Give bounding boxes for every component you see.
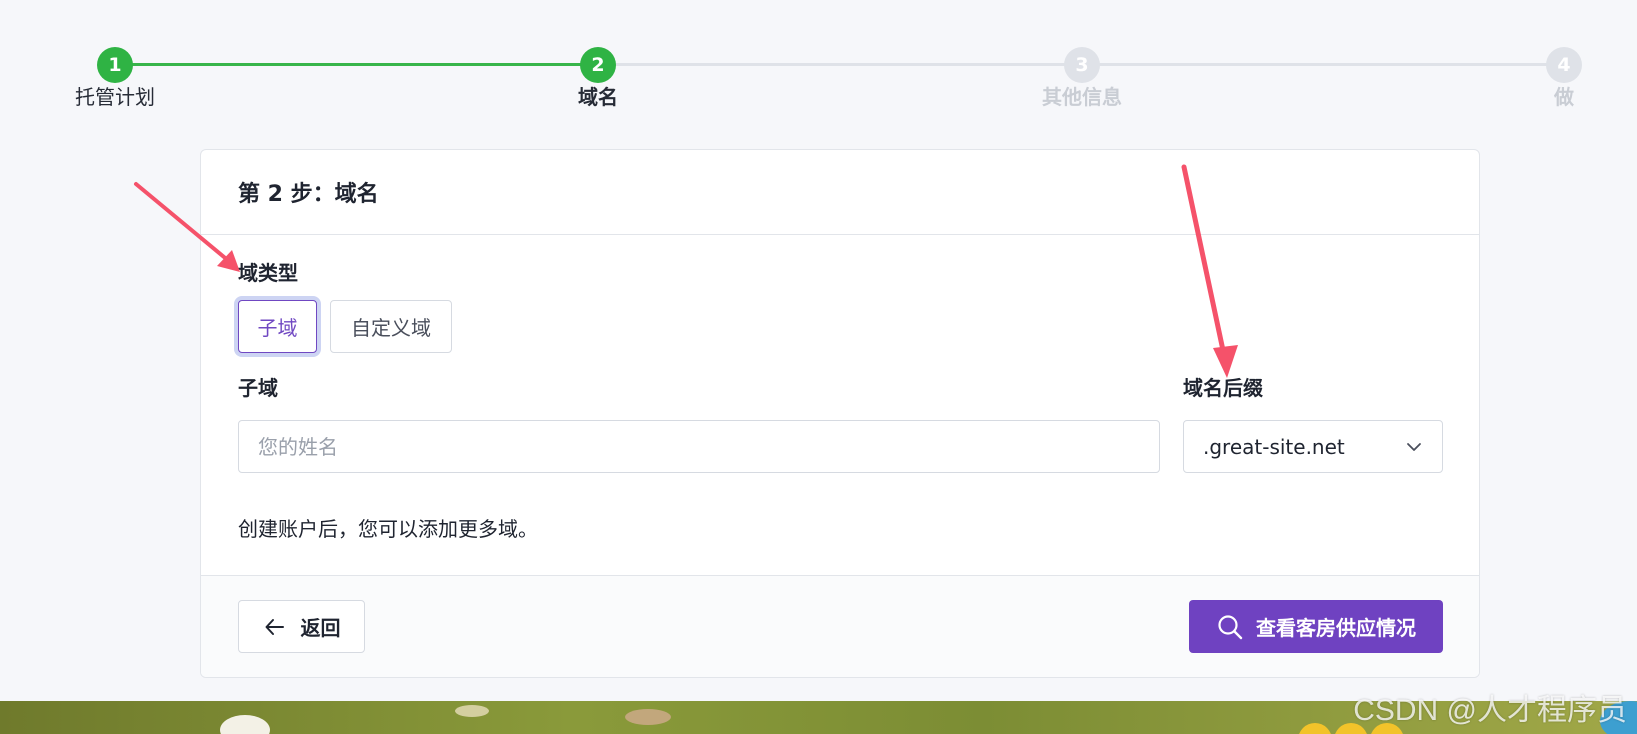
step-1-label: 托管计划 bbox=[75, 85, 155, 109]
subdomain-label: 子域 bbox=[238, 376, 278, 400]
suffix-select[interactable]: .great-site.net bbox=[1183, 420, 1443, 473]
step-2-label: 域名 bbox=[578, 85, 618, 109]
progress-stepper: 1 2 3 4 托管计划 域名 其他信息 做 bbox=[0, 0, 1637, 130]
back-button[interactable]: 返回 bbox=[238, 600, 365, 653]
decorative-blob bbox=[220, 715, 270, 734]
help-text: 创建账户后，您可以添加更多域。 bbox=[238, 517, 538, 541]
step-connector-3-4 bbox=[1082, 63, 1564, 66]
step-4-label: 做 bbox=[1554, 85, 1574, 109]
decorative-blob bbox=[1298, 723, 1332, 734]
search-icon bbox=[1218, 614, 1243, 639]
custom-domain-option-button[interactable]: 自定义域 bbox=[330, 300, 452, 353]
card-footer: 返回 查看客房供应情况 bbox=[201, 575, 1479, 677]
card-body: 域类型 子域 自定义域 子域 域名后缀 .great-site.net 创建账户… bbox=[201, 235, 1479, 575]
subdomain-option-button[interactable]: 子域 bbox=[238, 300, 317, 353]
step-1-indicator[interactable]: 1 bbox=[97, 47, 133, 83]
check-availability-button-label: 查看客房供应情况 bbox=[1256, 616, 1416, 640]
suffix-label: 域名后缀 bbox=[1183, 376, 1263, 400]
check-availability-button[interactable]: 查看客房供应情况 bbox=[1189, 600, 1443, 653]
card-title: 第 2 步：域名 bbox=[238, 182, 379, 207]
chevron-down-icon bbox=[1407, 442, 1421, 451]
step-connector-1-2 bbox=[115, 63, 598, 66]
step-3-label: 其他信息 bbox=[1042, 85, 1122, 109]
watermark: CSDN @人才程序员 bbox=[1353, 694, 1627, 727]
step-connector-2-3 bbox=[598, 63, 1082, 66]
suffix-selected-value: .great-site.net bbox=[1203, 434, 1345, 459]
domain-type-label: 域类型 bbox=[238, 261, 298, 285]
page: 1 2 3 4 托管计划 域名 其他信息 做 第 2 步：域名 域类型 子域 自… bbox=[0, 0, 1637, 734]
step-4-indicator: 4 bbox=[1546, 47, 1582, 83]
decorative-blob bbox=[625, 709, 671, 725]
step-3-indicator: 3 bbox=[1064, 47, 1100, 83]
back-button-label: 返回 bbox=[300, 616, 341, 640]
subdomain-input[interactable] bbox=[238, 420, 1160, 473]
arrow-left-icon bbox=[265, 618, 284, 635]
decorative-blob bbox=[455, 705, 489, 717]
step-2-indicator[interactable]: 2 bbox=[580, 47, 616, 83]
domain-step-card: 第 2 步：域名 域类型 子域 自定义域 子域 域名后缀 .great-site… bbox=[200, 149, 1480, 678]
card-header: 第 2 步：域名 bbox=[201, 150, 1479, 235]
